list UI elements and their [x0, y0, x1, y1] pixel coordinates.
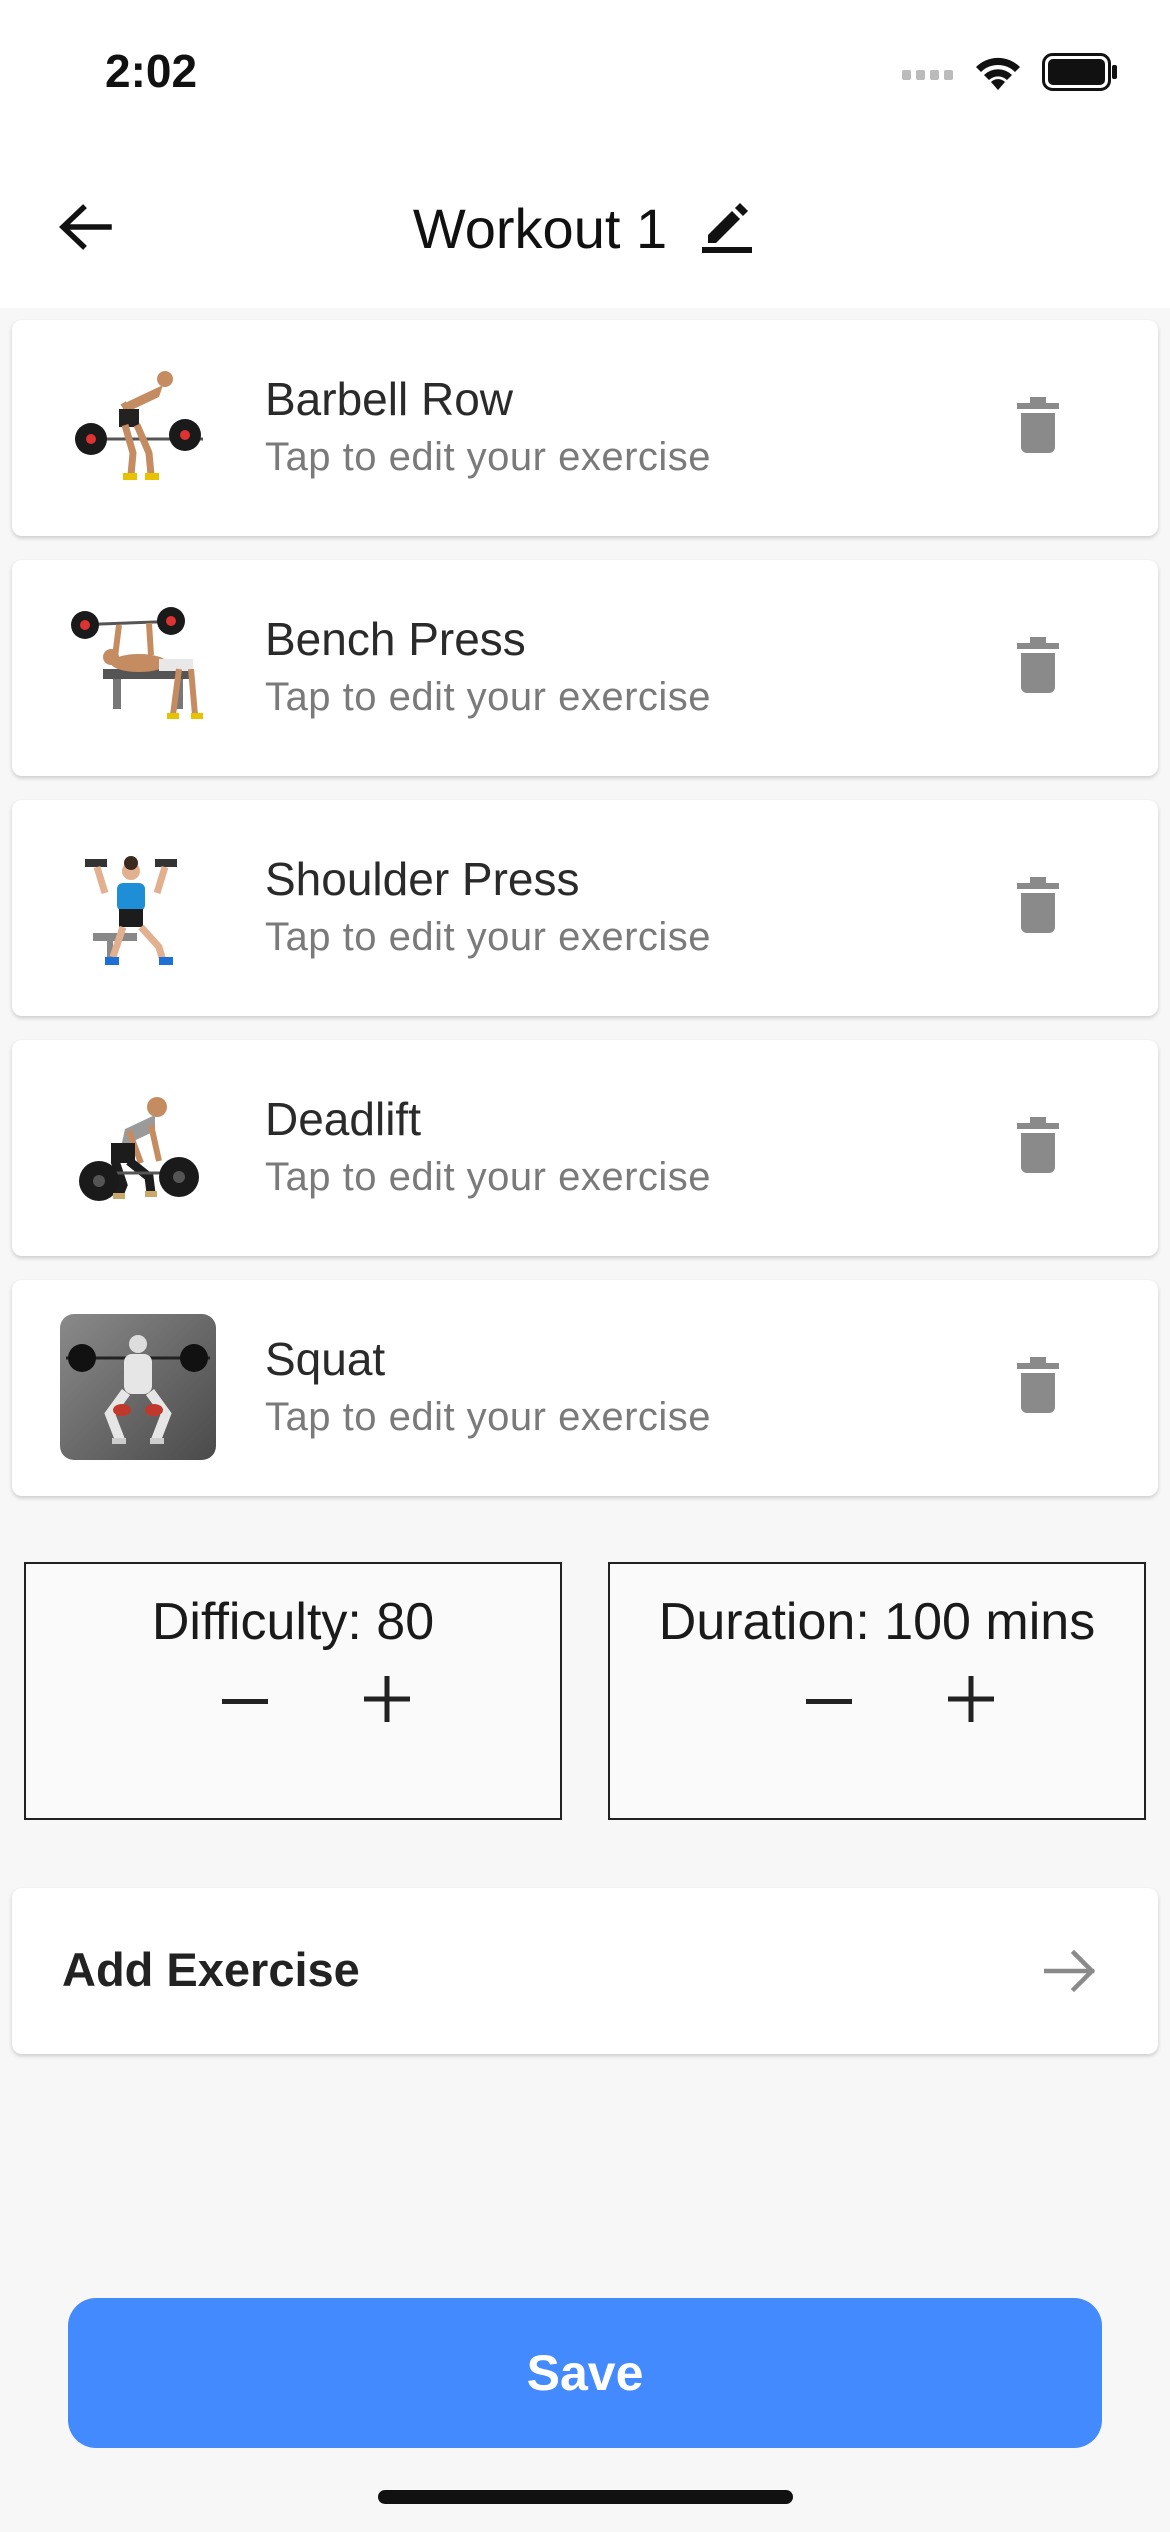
difficulty-label: Difficulty: 80: [151, 1593, 435, 1651]
save-button[interactable]: Save: [68, 2298, 1102, 2448]
difficulty-increment-button[interactable]: [342, 1656, 432, 1746]
deadlift-thumbnail: [60, 1074, 216, 1220]
difficulty-stepper: Difficulty: 80: [24, 1562, 562, 1820]
battery-icon: [1042, 52, 1118, 96]
minus-icon: [222, 1692, 268, 1710]
home-indicator: [378, 2490, 793, 2504]
exercise-card-bench-press[interactable]: Bench Press Tap to edit your exercise: [12, 560, 1158, 776]
delete-exercise-button[interactable]: [1008, 872, 1068, 942]
trash-icon: [1017, 876, 1059, 938]
add-exercise-label: Add Exercise: [62, 1943, 360, 1996]
exercise-card-deadlift[interactable]: Deadlift Tap to edit your exercise: [12, 1040, 1158, 1256]
exercise-name: Barbell Row: [265, 373, 513, 425]
exercise-list: Barbell Row Tap to edit your exercise Be…: [12, 320, 1158, 1520]
barbell-row-thumbnail: [60, 354, 216, 500]
title-group: Workout 1: [0, 188, 1170, 268]
exercise-card-barbell-row[interactable]: Barbell Row Tap to edit your exercise: [12, 320, 1158, 536]
status-time: 2:02: [105, 45, 198, 97]
exercise-subtitle: Tap to edit your exercise: [265, 1395, 712, 1439]
pencil-icon: [702, 199, 753, 258]
exercise-card-squat[interactable]: Squat Tap to edit your exercise: [12, 1280, 1158, 1496]
exercise-subtitle: Tap to edit your exercise: [265, 915, 712, 959]
exercise-name: Bench Press: [265, 613, 526, 665]
minus-icon: [806, 1692, 852, 1710]
shoulder-press-thumbnail: [60, 834, 216, 980]
duration-label: Duration: 100 mins: [658, 1593, 1096, 1651]
difficulty-decrement-button[interactable]: [200, 1656, 290, 1746]
exercise-name: Squat: [265, 1333, 386, 1385]
wifi-icon: [972, 52, 1024, 97]
squat-thumbnail: [60, 1314, 216, 1460]
duration-stepper: Duration: 100 mins: [608, 1562, 1146, 1820]
delete-exercise-button[interactable]: [1008, 392, 1068, 462]
bench-press-thumbnail: [60, 594, 216, 740]
status-bar: 2:02: [0, 0, 1170, 150]
exercise-name: Shoulder Press: [265, 853, 580, 905]
delete-exercise-button[interactable]: [1008, 632, 1068, 702]
exercise-subtitle: Tap to edit your exercise: [265, 675, 712, 719]
cellular-signal-icon: [902, 62, 954, 87]
delete-exercise-button[interactable]: [1008, 1352, 1068, 1422]
app-bar: Workout 1: [0, 150, 1170, 308]
status-icons: [902, 52, 1118, 96]
delete-exercise-button[interactable]: [1008, 1112, 1068, 1182]
exercise-name: Deadlift: [265, 1093, 421, 1145]
trash-icon: [1017, 1116, 1059, 1178]
trash-icon: [1017, 636, 1059, 698]
duration-increment-button[interactable]: [926, 1656, 1016, 1746]
page-title: Workout 1: [412, 196, 668, 260]
add-exercise-button[interactable]: Add Exercise: [12, 1888, 1158, 2054]
arrow-right-icon: [1036, 1936, 1106, 2006]
exercise-subtitle: Tap to edit your exercise: [265, 435, 712, 479]
exercise-card-shoulder-press[interactable]: Shoulder Press Tap to edit your exercise: [12, 800, 1158, 1016]
edit-title-button[interactable]: [697, 198, 757, 258]
trash-icon: [1017, 396, 1059, 458]
plus-icon: [948, 1675, 994, 1727]
plus-icon: [364, 1675, 410, 1727]
duration-decrement-button[interactable]: [784, 1656, 874, 1746]
trash-icon: [1017, 1356, 1059, 1418]
exercise-subtitle: Tap to edit your exercise: [265, 1155, 712, 1199]
